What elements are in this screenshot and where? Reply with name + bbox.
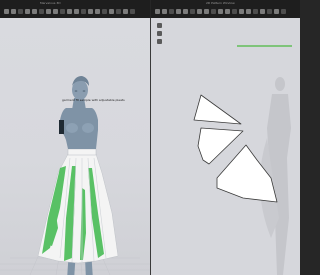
select-icon[interactable] <box>4 9 9 14</box>
avatar-icon[interactable] <box>67 9 72 14</box>
toolbar-3d-row <box>4 9 135 14</box>
toolbar-2d: 2D Pattern Window <box>151 0 300 19</box>
export-icon[interactable] <box>281 9 286 14</box>
texture-icon[interactable] <box>130 9 135 14</box>
internal-line-icon[interactable] <box>197 9 202 14</box>
pattern-scene <box>193 77 291 275</box>
avatar-arm-stub <box>59 120 64 134</box>
window-title-3d: Marvelous 3D <box>40 1 61 5</box>
curve-icon[interactable] <box>176 9 181 14</box>
layout-icon[interactable] <box>274 9 279 14</box>
waistband[interactable] <box>67 148 97 156</box>
ruler-icon[interactable] <box>260 9 265 14</box>
measure-icon[interactable] <box>246 9 251 14</box>
sewing-icon[interactable] <box>53 9 58 14</box>
viewport-annotation: garment fit sample with adjustable pleat… <box>62 98 125 102</box>
rotate-icon[interactable] <box>18 9 23 14</box>
rectangle-icon[interactable] <box>183 9 188 14</box>
fabric-icon[interactable] <box>74 9 79 14</box>
pin-icon[interactable] <box>32 9 37 14</box>
render-icon[interactable] <box>109 9 114 14</box>
tack-icon[interactable] <box>39 9 44 14</box>
more-icon[interactable] <box>102 9 107 14</box>
annotation-icon[interactable] <box>253 9 258 14</box>
point-icon[interactable] <box>169 9 174 14</box>
avatar-head[interactable] <box>72 76 89 100</box>
camera-icon[interactable] <box>88 9 93 14</box>
avatar-scene <box>0 76 150 275</box>
move-icon[interactable] <box>11 9 16 14</box>
circle-icon[interactable] <box>190 9 195 14</box>
dart-icon[interactable] <box>204 9 209 14</box>
layer-icon[interactable] <box>123 9 128 14</box>
symmetry-icon[interactable] <box>239 9 244 14</box>
scale-icon[interactable] <box>25 9 30 14</box>
viewport-2d[interactable] <box>151 18 300 275</box>
pattern-piece-back[interactable] <box>193 94 242 125</box>
viewport-3d[interactable]: garment fit sample with adjustable pleat… <box>0 18 150 275</box>
grade-icon[interactable] <box>225 9 230 14</box>
seam-icon[interactable] <box>211 9 216 14</box>
notch-icon[interactable] <box>218 9 223 14</box>
simulate-icon[interactable] <box>60 9 65 14</box>
fold-icon[interactable] <box>46 9 51 14</box>
grid-icon[interactable] <box>267 9 272 14</box>
toolbar-2d-row <box>155 9 286 14</box>
toolbar-3d: Marvelous 3D <box>0 0 150 19</box>
settings-icon[interactable] <box>95 9 100 14</box>
edit-pattern-icon[interactable] <box>155 9 160 14</box>
display-icon[interactable] <box>81 9 86 14</box>
trace-icon[interactable] <box>232 9 237 14</box>
window-title-2d: 2D Pattern Window <box>206 1 235 5</box>
transform-icon[interactable] <box>162 9 167 14</box>
record-icon[interactable] <box>116 9 121 14</box>
